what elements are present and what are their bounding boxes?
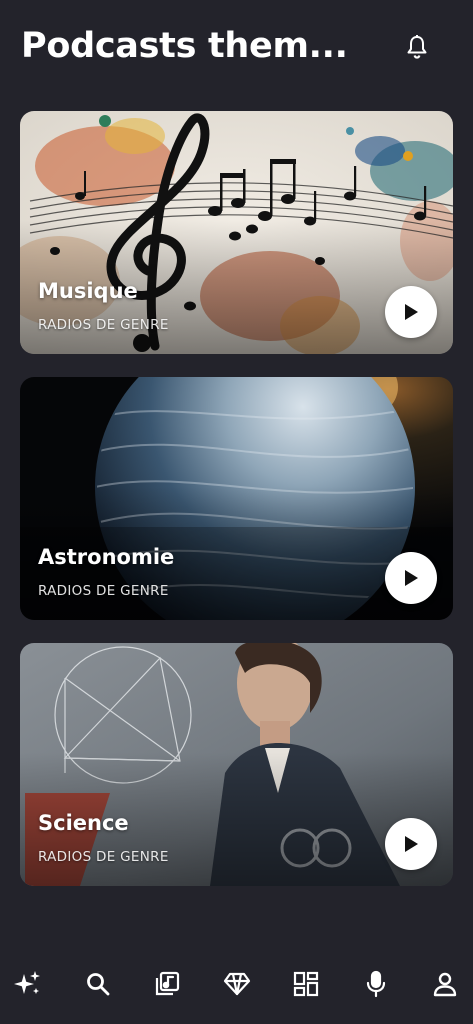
play-icon — [405, 304, 418, 320]
profile-icon[interactable] — [429, 968, 461, 1000]
card-subtitle: RADIOS DE GENRE — [38, 583, 169, 599]
sparkles-icon[interactable] — [12, 968, 44, 1000]
card-science[interactable]: Science RADIOS DE GENRE — [20, 643, 453, 886]
card-title: Astronomie — [38, 545, 175, 569]
play-icon — [405, 570, 418, 586]
card-musique[interactable]: Musique RADIOS DE GENRE — [20, 111, 453, 354]
bell-icon[interactable] — [403, 33, 431, 61]
search-icon[interactable] — [82, 968, 114, 1000]
card-title: Musique — [38, 279, 138, 303]
bottom-nav — [0, 950, 473, 1024]
play-icon — [405, 836, 418, 852]
diamond-icon[interactable] — [221, 968, 253, 1000]
play-button[interactable] — [385, 552, 437, 604]
card-astronomie[interactable]: Astronomie RADIOS DE GENRE — [20, 377, 453, 620]
card-subtitle: RADIOS DE GENRE — [38, 317, 169, 333]
music-library-icon[interactable] — [151, 968, 183, 1000]
play-button[interactable] — [385, 286, 437, 338]
grid-icon[interactable] — [290, 968, 322, 1000]
header: Podcasts them... — [0, 0, 473, 95]
card-title: Science — [38, 811, 129, 835]
card-subtitle: RADIOS DE GENRE — [38, 849, 169, 865]
microphone-icon[interactable] — [360, 968, 392, 1000]
play-button[interactable] — [385, 818, 437, 870]
app-root: Podcasts them... Musique RADIOS DE GENRE… — [0, 0, 473, 1024]
page-title: Podcasts them... — [21, 26, 348, 66]
